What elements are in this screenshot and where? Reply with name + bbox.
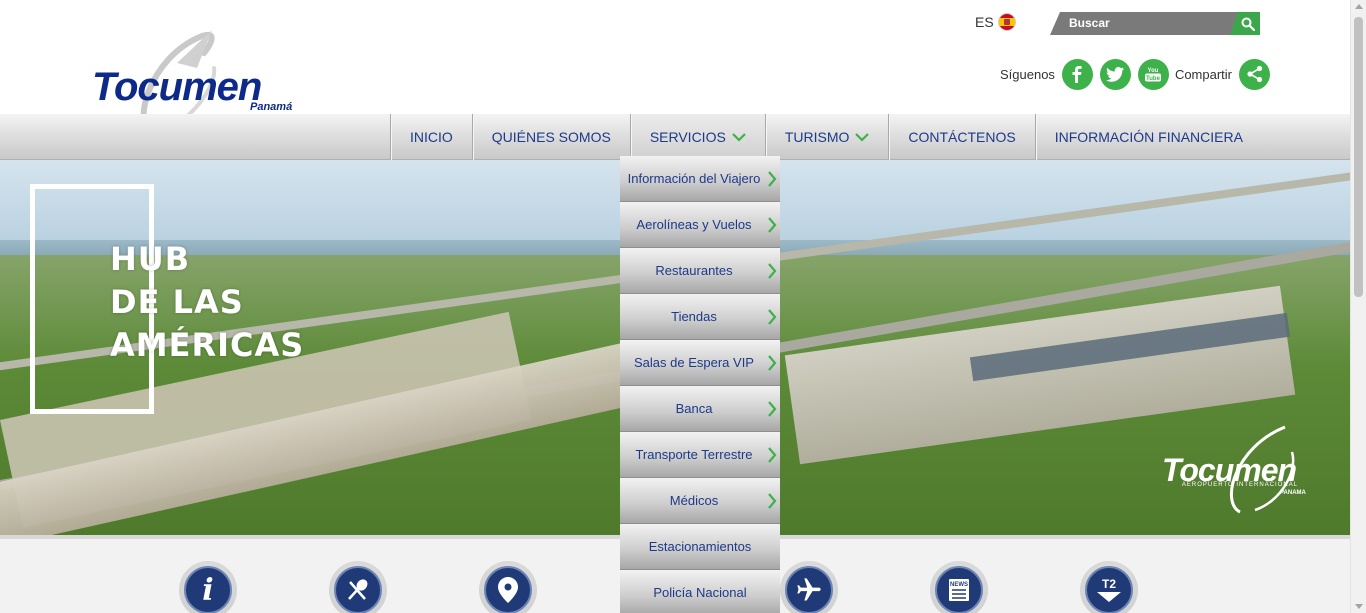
services-dropdown-menu: Información del Viajero Aerolíneas y Vue… <box>620 156 780 613</box>
nav-label: TURISMO <box>784 129 850 145</box>
hero-headline: HUB DE LAS AMÉRICAS <box>110 238 304 367</box>
main-navbar: INICIO QUIÉNES SOMOS SERVICIOS TURISMO C… <box>0 114 1350 160</box>
info-icon[interactable]: i <box>179 561 237 613</box>
menu-item-banca[interactable]: Banca <box>620 386 780 432</box>
nav-label: INICIO <box>410 129 453 145</box>
hero-airport-logo: Tocumen AEROPUERTO INTERNACIONAL PANAMA <box>1160 422 1325 517</box>
language-selector[interactable]: ES <box>975 13 1016 31</box>
chevron-right-icon <box>768 263 777 279</box>
menu-item-salas-espera-vip[interactable]: Salas de Espera VIP <box>620 340 780 386</box>
logo-subtitle: Panamá <box>250 101 293 113</box>
scroll-up-arrow-icon[interactable] <box>1355 4 1363 9</box>
hero-line: HUB <box>110 240 191 278</box>
chevron-down-icon <box>732 132 746 142</box>
svg-text:You: You <box>1148 68 1159 74</box>
follow-label: Síguenos <box>1000 66 1055 82</box>
menu-item-informacion-viajero[interactable]: Información del Viajero <box>620 156 780 202</box>
chevron-right-icon <box>768 171 777 187</box>
location-pin-icon[interactable] <box>479 561 537 613</box>
menu-item-policia-nacional[interactable]: Policía Nacional <box>620 570 780 613</box>
menu-item-medicos[interactable]: Médicos <box>620 478 780 524</box>
twitter-icon[interactable] <box>1099 58 1131 90</box>
menu-item-estacionamientos[interactable]: Estacionamientos <box>620 524 780 570</box>
hero-logo-subtitle: AEROPUERTO INTERNACIONAL <box>1181 482 1299 488</box>
chevron-right-icon <box>768 401 777 417</box>
nav-label: CONTÁCTENOS <box>908 129 1016 145</box>
page-scrollbar[interactable] <box>1350 0 1366 613</box>
scroll-down-arrow-icon[interactable] <box>1355 604 1363 609</box>
nav-informacion-financiera[interactable]: INFORMACIÓN FINANCIERA <box>1034 114 1262 160</box>
hero-logo-country: PANAMA <box>1280 490 1306 496</box>
page: Tocumen Panamá ES Buscar Síguenos You Tu… <box>0 0 1366 613</box>
nav-label: SERVICIOS <box>649 129 726 145</box>
search-input[interactable]: Buscar <box>1050 12 1238 35</box>
chevron-right-icon <box>768 493 777 509</box>
main-nav: INICIO QUIÉNES SOMOS SERVICIOS TURISMO C… <box>390 114 1262 160</box>
nav-turismo[interactable]: TURISMO <box>764 114 889 160</box>
youtube-icon[interactable]: You Tube <box>1137 58 1169 90</box>
language-code: ES <box>975 14 994 30</box>
news-label: NEWS <box>950 582 968 588</box>
chevron-right-icon <box>768 355 777 371</box>
menu-item-label: Transporte Terrestre <box>635 447 753 462</box>
menu-item-restaurantes[interactable]: Restaurantes <box>620 248 780 294</box>
menu-item-label: Salas de Espera VIP <box>634 355 754 370</box>
nav-quienes-somos[interactable]: QUIÉNES SOMOS <box>471 114 630 160</box>
hero-line: DE LAS <box>110 283 244 321</box>
nav-inicio[interactable]: INICIO <box>390 114 472 160</box>
nav-contactenos[interactable]: CONTÁCTENOS <box>888 114 1034 160</box>
logo-wordmark: Tocumen <box>92 65 262 109</box>
nav-label: INFORMACIÓN FINANCIERA <box>1054 129 1243 145</box>
chevron-right-icon <box>768 309 777 325</box>
airplane-icon[interactable] <box>780 561 838 613</box>
menu-item-label: Policía Nacional <box>653 585 747 600</box>
restaurant-icon[interactable] <box>329 561 387 613</box>
nav-servicios[interactable]: SERVICIOS <box>629 114 765 160</box>
svg-text:Tube: Tube <box>1146 76 1161 82</box>
chevron-down-icon <box>855 132 870 142</box>
menu-item-label: Tiendas <box>671 309 717 324</box>
menu-item-aerolineas-vuelos[interactable]: Aerolíneas y Vuelos <box>620 202 780 248</box>
share-label: Compartir <box>1174 66 1233 82</box>
menu-item-tiendas[interactable]: Tiendas <box>620 294 780 340</box>
scrollbar-thumb[interactable] <box>1354 17 1363 297</box>
menu-item-label: Restaurantes <box>655 263 733 278</box>
menu-item-label: Aerolíneas y Vuelos <box>636 217 752 232</box>
hero-line: AMÉRICAS <box>110 326 305 364</box>
share-icon[interactable] <box>1239 58 1271 90</box>
t2-terminal-icon[interactable]: T2 <box>1080 561 1138 613</box>
news-icon[interactable]: NEWS <box>930 561 988 613</box>
nav-label: QUIÉNES SOMOS <box>491 129 611 145</box>
menu-item-label: Estacionamientos <box>648 539 752 554</box>
spain-flag-icon <box>997 13 1016 31</box>
search-box: Buscar <box>1050 12 1260 35</box>
chevron-right-icon <box>768 217 777 233</box>
t2-label: T2 <box>1102 577 1116 591</box>
menu-item-transporte-terrestre[interactable]: Transporte Terrestre <box>620 432 780 478</box>
search-icon <box>1241 17 1255 31</box>
social-bar: Síguenos You Tube Compartir <box>1000 58 1271 90</box>
site-header: Tocumen Panamá ES Buscar Síguenos You Tu… <box>0 0 1350 136</box>
menu-item-label: Banca <box>675 401 713 416</box>
menu-item-label: Información del Viajero <box>627 171 761 186</box>
menu-item-label: Médicos <box>669 493 719 508</box>
facebook-icon[interactable] <box>1061 58 1093 90</box>
chevron-right-icon <box>768 447 777 463</box>
